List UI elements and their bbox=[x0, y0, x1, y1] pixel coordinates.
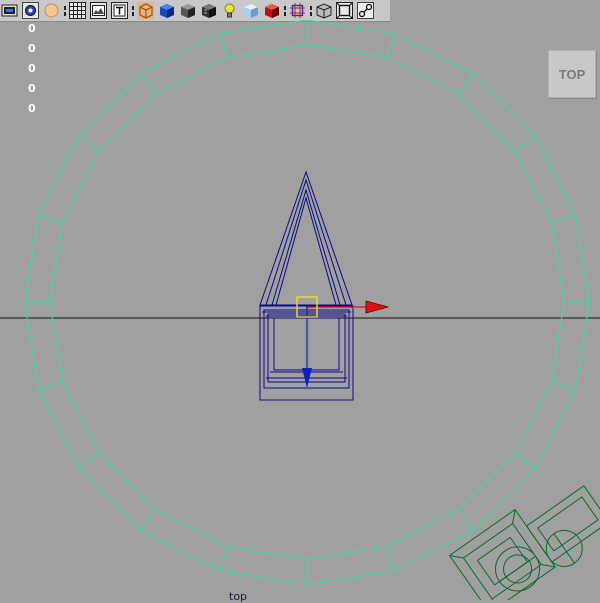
background-mesh[interactable] bbox=[448, 469, 600, 600]
bg-mesh-arm bbox=[525, 485, 600, 563]
move-manipulator[interactable] bbox=[296, 296, 390, 388]
torus-outer-edge bbox=[24, 19, 590, 586]
view-cube-label: TOP bbox=[558, 66, 586, 82]
bg-mesh-box-core bbox=[476, 536, 529, 586]
manipulator-x-arrow-icon[interactable] bbox=[365, 300, 390, 314]
viewport-canvas[interactable] bbox=[0, 0, 600, 600]
spire-outer bbox=[259, 170, 353, 306]
torus-segment-spokes bbox=[24, 20, 590, 585]
torus-inner-edge bbox=[49, 44, 565, 560]
torus-ring[interactable] bbox=[24, 19, 590, 586]
view-cube[interactable]: TOP bbox=[548, 50, 596, 98]
bg-mesh-box-outer bbox=[448, 508, 556, 600]
camera-name-label: top bbox=[229, 590, 248, 603]
spire-inner-3 bbox=[275, 196, 337, 306]
spire-inner-2 bbox=[271, 188, 341, 306]
